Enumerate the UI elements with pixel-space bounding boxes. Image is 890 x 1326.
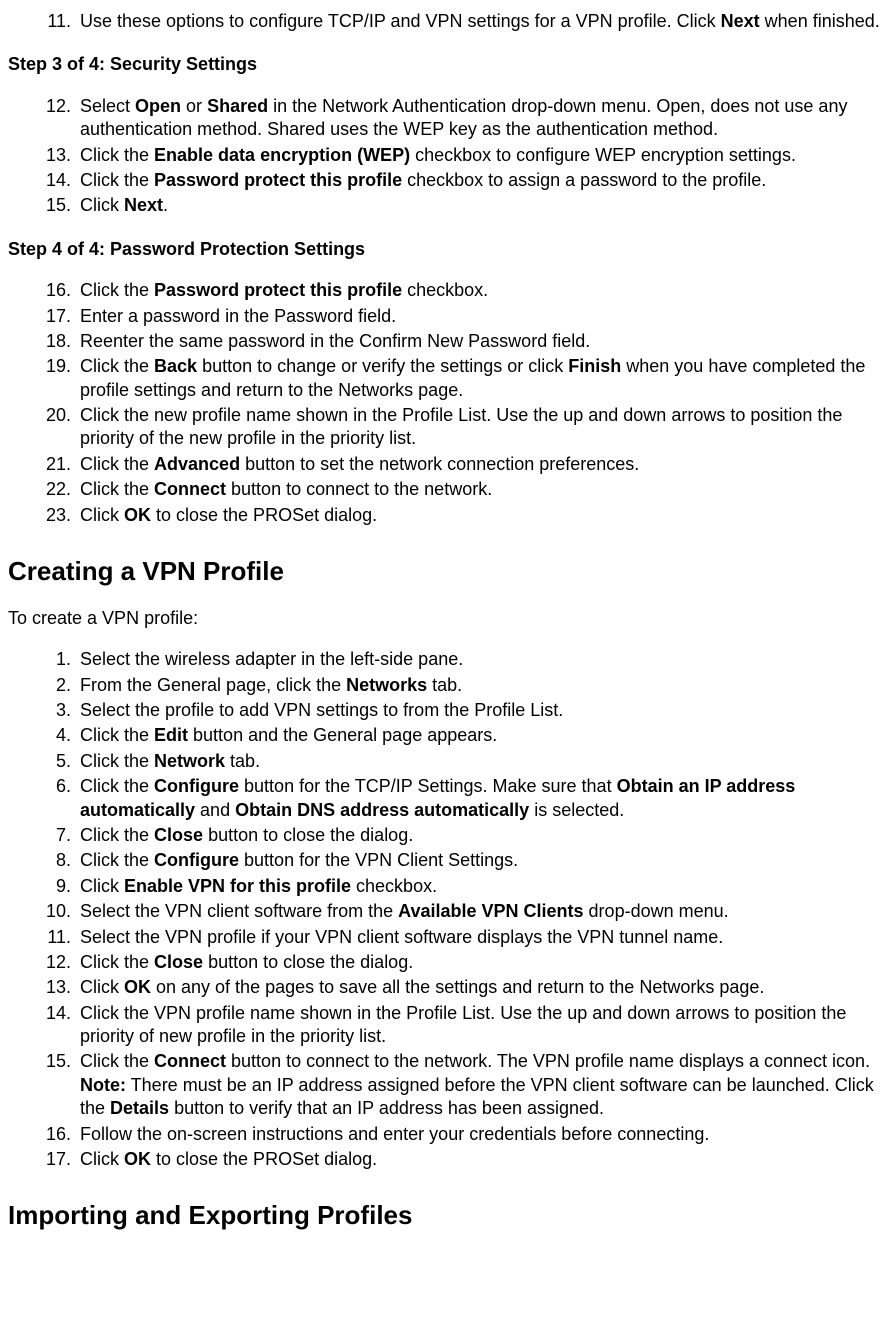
list-item: Click the Configure button for the TCP/I… — [76, 775, 890, 822]
list-item: Click the Edit button and the General pa… — [76, 724, 890, 747]
list-item: Click the Password protect this profile … — [76, 169, 890, 192]
list-item: Click Enable VPN for this profile checkb… — [76, 875, 890, 898]
step4-heading: Step 4 of 4: Password Protection Setting… — [8, 238, 890, 261]
list-item: Enter a password in the Password field. — [76, 305, 890, 328]
list-item: Select the VPN client software from the … — [76, 900, 890, 923]
list-item: Reenter the same password in the Confirm… — [76, 330, 890, 353]
list-item: Click the Close button to close the dial… — [76, 824, 890, 847]
list-item: Click OK on any of the pages to save all… — [76, 976, 890, 999]
vpn-list: Select the wireless adapter in the left-… — [8, 648, 890, 1171]
step3-heading: Step 3 of 4: Security Settings — [8, 53, 890, 76]
heading-importing-exporting-profiles: Importing and Exporting Profiles — [8, 1199, 890, 1233]
list-item: Click the Advanced button to set the net… — [76, 453, 890, 476]
list-item: Click the Back button to change or verif… — [76, 355, 890, 402]
step2-list-continued: Use these options to configure TCP/IP an… — [8, 10, 890, 33]
list-item: Click the Close button to close the dial… — [76, 951, 890, 974]
list-item: Use these options to configure TCP/IP an… — [76, 10, 890, 33]
list-item: Click the Network tab. — [76, 750, 890, 773]
list-item: Click the Connect button to connect to t… — [76, 1050, 890, 1120]
list-item: Click the new profile name shown in the … — [76, 404, 890, 451]
list-item: Select the profile to add VPN settings t… — [76, 699, 890, 722]
list-item: Click OK to close the PROSet dialog. — [76, 504, 890, 527]
list-item: Click OK to close the PROSet dialog. — [76, 1148, 890, 1171]
heading-creating-vpn-profile: Creating a VPN Profile — [8, 555, 890, 589]
list-item: Click the Configure button for the VPN C… — [76, 849, 890, 872]
list-item: Select the wireless adapter in the left-… — [76, 648, 890, 671]
document-page: Use these options to configure TCP/IP an… — [0, 0, 890, 1261]
list-item: Click the Connect button to connect to t… — [76, 478, 890, 501]
list-item: Select the VPN profile if your VPN clien… — [76, 926, 890, 949]
step3-list: Select Open or Shared in the Network Aut… — [8, 95, 890, 218]
list-item: Click the Enable data encryption (WEP) c… — [76, 144, 890, 167]
list-item: Click the VPN profile name shown in the … — [76, 1002, 890, 1049]
step4-list: Click the Password protect this profile … — [8, 279, 890, 527]
list-item: Select Open or Shared in the Network Aut… — [76, 95, 890, 142]
list-item: Follow the on-screen instructions and en… — [76, 1123, 890, 1146]
list-item: From the General page, click the Network… — [76, 674, 890, 697]
list-item: Click Next. — [76, 194, 890, 217]
vpn-intro: To create a VPN profile: — [8, 607, 890, 630]
list-item: Click the Password protect this profile … — [76, 279, 890, 302]
